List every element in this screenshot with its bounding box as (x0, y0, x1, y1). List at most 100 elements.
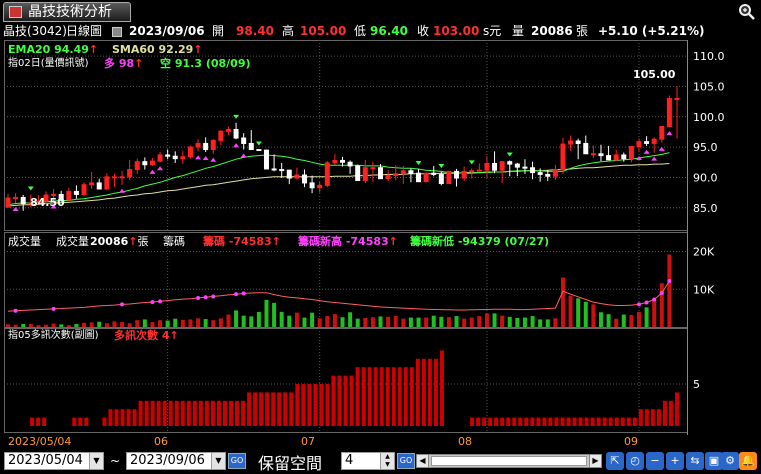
volume-bar (500, 315, 505, 327)
legend-bull: 多 98↑ (104, 58, 143, 70)
candle-body (362, 167, 368, 181)
candle-body (233, 129, 239, 139)
move-icon[interactable]: ⇆ (686, 452, 704, 470)
window-tab[interactable]: 晶技技術分析 (3, 2, 131, 22)
signal-bar (518, 417, 523, 426)
period-dropdown-icon[interactable] (112, 27, 122, 37)
signal-bar (343, 375, 348, 426)
signal-bar (204, 400, 209, 426)
bear-arrow (415, 160, 422, 165)
volume-bar (249, 316, 254, 327)
signal-bar (186, 400, 191, 426)
zoom-out-icon[interactable]: − (646, 452, 664, 470)
price-tick: 100.0 (693, 111, 725, 124)
volume-bar (89, 322, 94, 327)
settings-icon[interactable]: ⚙ (721, 452, 739, 470)
signal-bar (614, 417, 619, 426)
signal-bar (289, 392, 294, 426)
volume-bar (386, 316, 391, 327)
candle-body (340, 159, 345, 163)
candle-body (659, 125, 665, 140)
signal-bar (361, 367, 366, 426)
signal-bar (319, 384, 324, 426)
candle-body (522, 166, 528, 169)
keep-space-spinner[interactable]: 4 ▲ ▼ (341, 452, 395, 470)
candle-body (73, 190, 79, 195)
chevron-down-icon[interactable]: ▼ (89, 453, 103, 469)
price-unit: s元 (483, 24, 502, 38)
vol-legend: 20086↑張 (90, 236, 149, 248)
alert-icon[interactable]: 🔔 (739, 452, 757, 470)
candle-body (454, 170, 460, 179)
chip-dot (644, 300, 649, 305)
signal-bar (277, 392, 282, 426)
signal-bar (397, 367, 402, 426)
signal-bar (668, 400, 673, 426)
close-value: 103.00 (433, 24, 480, 38)
chevron-down-icon[interactable]: ▼ (211, 453, 225, 469)
go-button[interactable]: GO (228, 453, 246, 469)
signal-bar (379, 367, 384, 426)
candle-body (96, 182, 102, 190)
volume-bar (477, 316, 482, 327)
scroll-right-icon[interactable]: ▶ (589, 455, 601, 467)
chart-area[interactable]: 110.0 105.0 100.0 95.0 90.0 85.0 20K 10K 5 2023/0… (4, 40, 755, 448)
legend-sma: SMA60 92.29↑ (112, 44, 203, 56)
signal-bar (578, 417, 583, 426)
candle-body (545, 173, 551, 177)
chip-title: 籌碼 (163, 235, 185, 248)
bull-arrow (149, 169, 156, 174)
keep-go-button[interactable]: GO (397, 453, 415, 469)
candle-body (492, 162, 498, 171)
end-date-select[interactable]: 2023/09/06 ▼ (126, 452, 226, 470)
chip-dot (120, 302, 125, 307)
chip-dot (241, 291, 246, 296)
start-date-select[interactable]: 2023/05/04 ▼ (4, 452, 104, 470)
candle-body (484, 162, 490, 171)
volume-bar (629, 314, 634, 327)
signal-bar (385, 367, 390, 426)
candle-body (317, 184, 323, 189)
candle-body (134, 161, 140, 171)
signal-bar (168, 400, 173, 426)
volume-bar (538, 319, 543, 327)
candle-body (469, 170, 475, 173)
bull-arrow (119, 188, 126, 193)
signal-bar (265, 392, 270, 426)
zoom-in-icon[interactable]: + (666, 452, 684, 470)
bull-arrow (157, 166, 164, 171)
signal-bar (470, 417, 475, 426)
candle-body (644, 141, 650, 144)
signal-bar (313, 384, 318, 426)
signal-bar (632, 417, 637, 426)
candle-body (651, 138, 657, 144)
spinner-arrows-icon[interactable]: ▲ ▼ (380, 453, 394, 469)
volume-bar (583, 301, 588, 327)
signal-bar (427, 358, 432, 426)
vol-label: 成交量 (56, 235, 89, 248)
horizontal-scrollbar[interactable]: ◀ ▶ (416, 454, 602, 468)
scroll-left-icon[interactable]: ◀ (417, 455, 429, 467)
signal-bar (512, 417, 517, 426)
candle-body (279, 169, 285, 172)
candle-body (507, 161, 513, 165)
candle-body (598, 153, 604, 157)
volume-tick: 10K (693, 283, 715, 296)
clock-icon[interactable]: ◴ (626, 452, 644, 470)
signal-up-arrow: ↑ (169, 329, 179, 342)
chip-low-value: 籌碼新低 -94379 (410, 235, 501, 248)
price-tick: 105.0 (693, 80, 725, 93)
volume-bar (659, 283, 664, 327)
zoom-icon[interactable] (738, 3, 756, 21)
volume-bar (522, 317, 527, 327)
volume-bar (36, 325, 41, 327)
signal-bar (331, 375, 336, 426)
scroll-thumb[interactable] (431, 456, 587, 466)
signal-bar (42, 417, 47, 426)
window-title: 晶技技術分析 (28, 4, 112, 20)
volume-bar (431, 315, 436, 327)
chip-dot (211, 294, 216, 299)
cursor-icon[interactable]: ⇱ (606, 452, 624, 470)
signal-bar (307, 384, 312, 426)
signal-tick: 5 (693, 378, 700, 391)
